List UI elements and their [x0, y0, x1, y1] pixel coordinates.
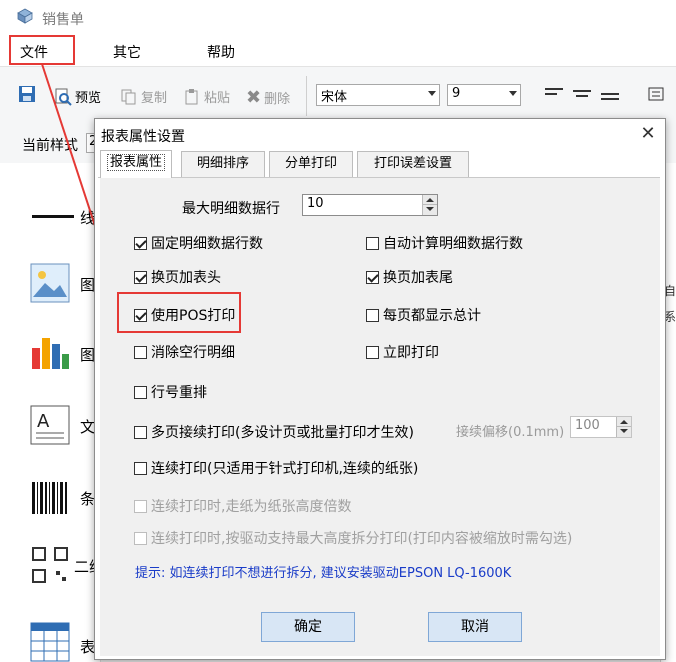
ok-button[interactable]: 确定 [261, 612, 355, 642]
multi-page-label: 多页接续打印(多设计页或批量打印才生效) [151, 425, 414, 441]
qrcode-tool-icon[interactable] [30, 545, 70, 585]
copy-button[interactable]: 复制 [120, 87, 167, 106]
style-label: 当前样式 [22, 138, 78, 154]
format-icon[interactable] [648, 86, 668, 102]
page-footer-checkbox[interactable]: 换页加表尾 [366, 267, 453, 287]
image-tool-icon[interactable] [30, 263, 70, 303]
menu-bar [0, 34, 676, 67]
tool-barcode-label: 条 [80, 490, 96, 508]
checkbox-box [134, 385, 147, 399]
continuous-label: 连续打印(只适用于针式打印机,连续的纸张) [151, 461, 419, 477]
cancel-button[interactable]: 取消 [428, 612, 522, 642]
checkbox-box [134, 499, 147, 513]
paper-multiple-checkbox[interactable]: 连续打印时,走纸为纸张高度倍数 [134, 496, 351, 516]
tool-line-label: 线 [80, 209, 96, 227]
dialog-title: 报表属性设置 [101, 129, 185, 145]
delete-icon: ✖ [246, 87, 262, 108]
size-value: 9 [452, 86, 461, 101]
max-rows-input[interactable]: 10 [302, 194, 438, 216]
fixed-rows-checkbox[interactable]: 固定明细数据行数 [134, 233, 263, 253]
page-footer-label: 换页加表尾 [383, 270, 453, 286]
barcode-tool-icon[interactable] [30, 478, 70, 518]
checkbox-box [366, 236, 379, 250]
renumber-checkbox[interactable]: 行号重排 [134, 382, 207, 402]
checkbox-box [134, 531, 147, 545]
align-right-icon[interactable] [600, 86, 620, 102]
multi-page-checkbox[interactable]: 多页接续打印(多设计页或批量打印才生效) [134, 422, 414, 442]
show-total-label: 每页都显示总计 [383, 308, 481, 324]
delete-button[interactable]: ✖ 删除 [246, 87, 290, 108]
delete-label: 删除 [264, 92, 291, 107]
svg-text:A: A [37, 411, 50, 432]
paste-button[interactable]: 粘贴 [183, 87, 230, 106]
remove-empty-label: 消除空行明细 [151, 345, 235, 361]
menu-help[interactable]: 帮助 [207, 42, 235, 62]
app-icon [17, 8, 33, 24]
tab-report-properties[interactable]: 报表属性 [100, 150, 172, 178]
save-icon[interactable] [18, 85, 36, 103]
size-select[interactable]: 9 [447, 84, 521, 106]
align-center-icon[interactable] [572, 86, 592, 102]
font-select[interactable]: 宋体 [316, 84, 440, 106]
align-left-icon[interactable] [544, 86, 564, 102]
font-value: 宋体 [321, 90, 348, 105]
checkbox-box [366, 308, 379, 322]
pos-highlight-box [117, 292, 241, 333]
menu-other[interactable]: 其它 [113, 42, 141, 62]
preview-button[interactable]: 预览 [54, 87, 101, 106]
fixed-rows-label: 固定明细数据行数 [151, 236, 263, 252]
checkbox-box [134, 236, 147, 250]
spin-down-icon[interactable] [422, 204, 437, 215]
tab-detail-sort[interactable]: 明细排序 [181, 151, 265, 177]
checkbox-box [134, 461, 147, 475]
show-total-checkbox[interactable]: 每页都显示总计 [366, 305, 481, 325]
offset-input[interactable]: 100 [570, 416, 632, 438]
tool-table-label: 表 [80, 638, 96, 656]
spin-down-icon[interactable] [616, 426, 631, 437]
paste-icon [185, 88, 198, 104]
hint-text: 提示: 如连续打印不想进行拆分, 建议安装驱动EPSON LQ-1600K [135, 566, 512, 581]
auto-calc-label: 自动计算明细数据行数 [383, 236, 523, 252]
tool-image-label: 图 [80, 276, 96, 294]
page-header-label: 换页加表头 [151, 270, 221, 286]
tab-label: 报表属性 [106, 154, 165, 171]
checkbox-box [134, 270, 147, 284]
max-rows-label: 最大明细数据行 [182, 201, 280, 217]
remove-empty-checkbox[interactable]: 消除空行明细 [134, 342, 235, 362]
checkbox-box [134, 425, 147, 439]
line-tool-icon[interactable] [32, 215, 74, 218]
chart-tool-icon[interactable] [30, 330, 70, 370]
toolbar-divider [306, 76, 307, 116]
print-now-label: 立即打印 [383, 345, 439, 361]
page-header-checkbox[interactable]: 换页加表头 [134, 267, 221, 287]
print-now-checkbox[interactable]: 立即打印 [366, 342, 439, 362]
copy-label: 复制 [141, 91, 168, 106]
offset-value: 100 [575, 418, 600, 433]
continuous-checkbox[interactable]: 连续打印(只适用于针式打印机,连续的纸张) [134, 458, 418, 478]
text-tool-icon[interactable]: A [30, 405, 70, 445]
close-icon[interactable]: ✕ [638, 123, 658, 144]
checkbox-box [134, 345, 147, 359]
auto-calc-checkbox[interactable]: 自动计算明细数据行数 [366, 233, 523, 253]
tab-split-print[interactable]: 分单打印 [269, 151, 353, 177]
paste-label: 粘贴 [204, 91, 231, 106]
paper-multiple-label: 连续打印时,走纸为纸张高度倍数 [151, 499, 352, 515]
file-menu-highlight [9, 35, 75, 65]
checkbox-box [366, 270, 379, 284]
copy-icon [121, 89, 136, 104]
table-tool-icon[interactable] [30, 622, 70, 662]
tool-text-label: 文 [80, 418, 96, 436]
max-rows-value: 10 [307, 196, 324, 211]
preview-icon [55, 88, 72, 106]
title-bar [0, 0, 676, 34]
preview-label: 预览 [75, 91, 102, 106]
tool-chart-label: 图 [80, 346, 96, 364]
driver-split-label: 连续打印时,按驱动支持最大高度拆分打印(打印内容被缩放时需勾选) [151, 531, 573, 547]
window-title: 销售单 [42, 12, 84, 28]
checkbox-box [366, 345, 379, 359]
tab-print-error[interactable]: 打印误差设置 [357, 151, 469, 177]
offset-label: 接续偏移(0.1mm) [456, 425, 565, 440]
renumber-label: 行号重排 [151, 385, 207, 401]
driver-split-checkbox[interactable]: 连续打印时,按驱动支持最大高度拆分打印(打印内容被缩放时需勾选) [134, 528, 572, 548]
